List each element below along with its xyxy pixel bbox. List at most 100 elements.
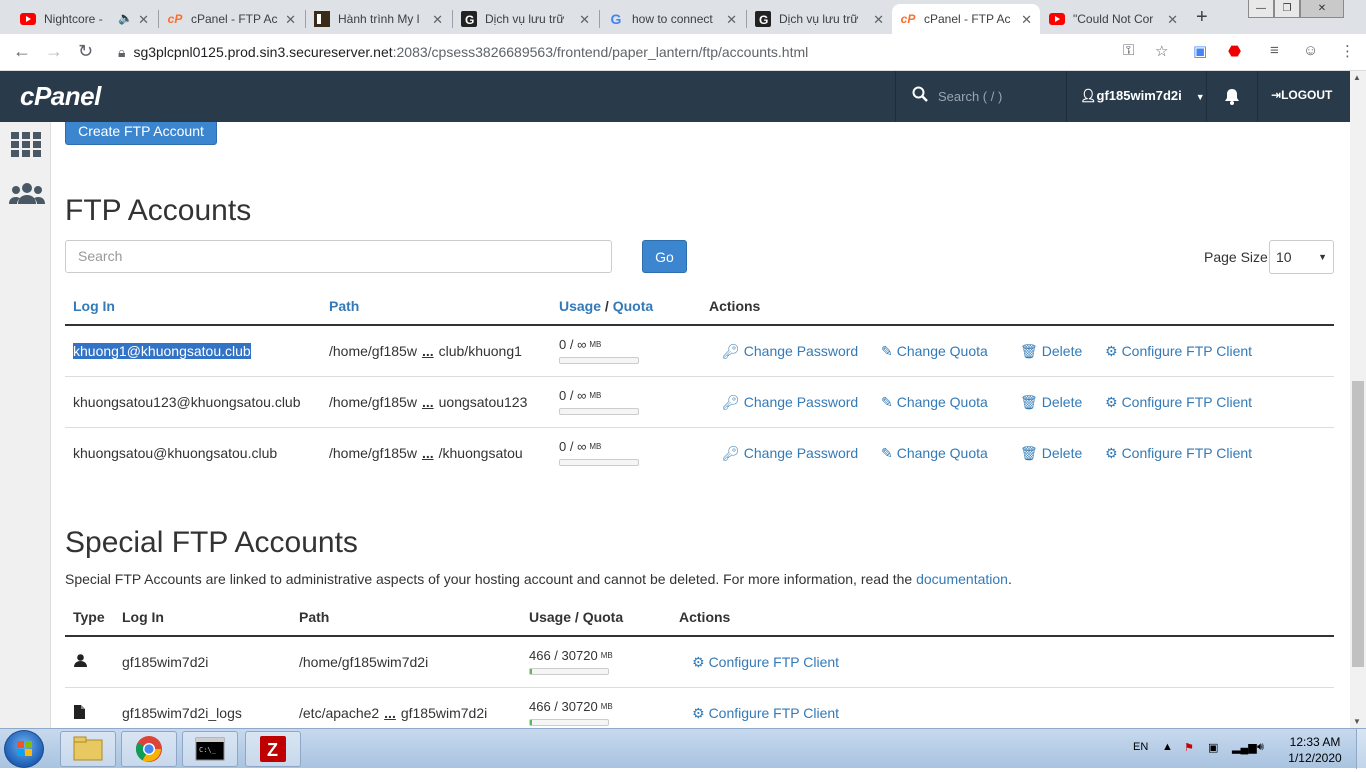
speaker-icon[interactable]: 🔈 bbox=[118, 11, 133, 25]
delete-link[interactable]: 🗑︎ Delete bbox=[1020, 343, 1082, 360]
close-tab-icon[interactable]: ✕ bbox=[432, 12, 443, 28]
cpanel-logo[interactable]: cPanel bbox=[20, 81, 101, 112]
usage-bar bbox=[529, 668, 609, 675]
configure-ftp-client-link[interactable]: ⚙ Configure FTP Client bbox=[692, 654, 839, 671]
path-expand-link[interactable]: ... bbox=[384, 705, 396, 721]
documentation-link[interactable]: documentation bbox=[916, 571, 1008, 587]
gear-icon: ⚙ bbox=[692, 705, 705, 721]
path-expand-link[interactable]: ... bbox=[422, 394, 434, 410]
configure-ftp-client-link[interactable]: ⚙ Configure FTP Client bbox=[1105, 343, 1252, 360]
minimize-button[interactable]: — bbox=[1248, 0, 1274, 18]
scrollbar-thumb[interactable] bbox=[1352, 381, 1364, 667]
delete-link[interactable]: 🗑︎ Delete bbox=[1020, 394, 1082, 411]
column-quota[interactable]: Quota bbox=[613, 298, 653, 314]
grid-icon[interactable] bbox=[11, 132, 41, 161]
file-explorer-icon[interactable] bbox=[60, 731, 116, 767]
close-window-button[interactable]: ✕ bbox=[1300, 0, 1344, 18]
close-tab-icon[interactable]: ✕ bbox=[285, 12, 296, 28]
column-path[interactable]: Path bbox=[329, 298, 359, 314]
configure-ftp-client-link[interactable]: ⚙ Configure FTP Client bbox=[1105, 394, 1252, 411]
show-hidden-icons[interactable]: ▲ bbox=[1162, 741, 1173, 753]
reload-icon[interactable]: ↻ bbox=[78, 41, 93, 62]
close-tab-icon[interactable]: ✕ bbox=[726, 12, 737, 28]
show-desktop-button[interactable] bbox=[1356, 729, 1366, 769]
close-tab-icon[interactable]: ✕ bbox=[873, 12, 884, 28]
header-search[interactable]: Search ( / ) bbox=[895, 71, 1067, 122]
search-input[interactable]: Search bbox=[65, 240, 612, 273]
svg-text:C:\_: C:\_ bbox=[199, 746, 217, 754]
tab-dich-vu-1[interactable]: G Dịch vụ lưu trữ ✕ bbox=[453, 4, 598, 34]
g-icon: G bbox=[461, 11, 477, 27]
tab-hanh-trinh[interactable]: Hành trình My l ✕ bbox=[306, 4, 451, 34]
close-tab-icon[interactable]: ✕ bbox=[1021, 12, 1032, 28]
terminal-icon[interactable]: C:\_ bbox=[182, 731, 238, 767]
go-button[interactable]: Go bbox=[642, 240, 687, 273]
users-icon[interactable] bbox=[9, 182, 45, 209]
trash-icon: 🗑︎ bbox=[1020, 394, 1038, 410]
star-icon[interactable]: ☆ bbox=[1155, 42, 1168, 60]
tab-cpanel-active[interactable]: cP cPanel - FTP Ac ✕ bbox=[892, 4, 1040, 34]
change-password-link[interactable]: 🔑︎ Change Password bbox=[722, 394, 858, 411]
gear-icon: ⚙ bbox=[1105, 343, 1118, 359]
user-menu[interactable]: 👤︎gf185wim7d2i ▼ bbox=[1080, 88, 1205, 104]
network-icon[interactable]: ▂▄▆ bbox=[1232, 741, 1257, 754]
file-icon bbox=[74, 705, 85, 722]
main-content: Create FTP Account FTP Accounts Search G… bbox=[51, 122, 1350, 728]
change-quota-link[interactable]: ✎ Change Quota bbox=[881, 445, 988, 462]
youtube-icon bbox=[20, 11, 36, 27]
usage-cell: 0 / ∞ MB bbox=[559, 337, 602, 352]
path-expand-link[interactable]: ... bbox=[422, 343, 434, 359]
tab-cpanel-1[interactable]: cP cPanel - FTP Ac ✕ bbox=[159, 4, 304, 34]
usage-bar bbox=[559, 459, 639, 466]
create-ftp-account-button[interactable]: Create FTP Account bbox=[65, 122, 217, 145]
scroll-up-icon[interactable]: ▲ bbox=[1353, 73, 1361, 82]
change-password-link[interactable]: 🔑︎ Change Password bbox=[722, 445, 858, 462]
tab-could-not-connect[interactable]: "Could Not Cor ✕ bbox=[1041, 4, 1186, 34]
google-icon: G bbox=[610, 11, 622, 27]
new-tab-button[interactable]: + bbox=[1196, 6, 1208, 29]
user-icon: 👤︎ bbox=[1080, 88, 1097, 103]
bell-icon[interactable] bbox=[1206, 71, 1258, 122]
translate-icon[interactable]: ▣ bbox=[1193, 42, 1207, 60]
chrome-icon[interactable] bbox=[121, 731, 177, 767]
forward-arrow-icon[interactable]: → bbox=[45, 41, 63, 62]
close-tab-icon[interactable]: ✕ bbox=[138, 12, 149, 28]
profile-avatar[interactable]: ☺ bbox=[1303, 42, 1318, 59]
url-field[interactable]: 🔒︎ sg3plcpnl0125.prod.sin3.secureserver.n… bbox=[118, 44, 808, 61]
restore-button[interactable]: ❐ bbox=[1274, 0, 1300, 18]
close-tab-icon[interactable]: ✕ bbox=[1167, 12, 1178, 28]
adblock-icon[interactable]: ⬣ bbox=[1228, 42, 1241, 60]
youtube-icon bbox=[1049, 11, 1065, 27]
scroll-down-icon[interactable]: ▼ bbox=[1353, 717, 1361, 726]
path-expand-link[interactable]: ... bbox=[422, 445, 434, 461]
tab-google-search[interactable]: G how to connect ✕ bbox=[600, 4, 745, 34]
system-clock[interactable]: 12:33 AM 1/12/2020 bbox=[1282, 734, 1348, 766]
language-indicator[interactable]: EN bbox=[1133, 741, 1148, 753]
column-login[interactable]: Log In bbox=[73, 298, 115, 314]
configure-ftp-client-link[interactable]: ⚙ Configure FTP Client bbox=[692, 705, 839, 722]
change-quota-link[interactable]: ✎ Change Quota bbox=[881, 343, 988, 360]
action-center-icon[interactable]: ⚑ bbox=[1184, 741, 1194, 754]
start-button[interactable] bbox=[4, 730, 44, 768]
tab-nightcore[interactable]: Nightcore - 🔈 ✕ bbox=[12, 4, 157, 34]
page-size-select[interactable]: 10 ▼ bbox=[1269, 240, 1334, 274]
change-password-link[interactable]: 🔑︎ Change Password bbox=[722, 343, 858, 360]
device-icon[interactable]: ▣ bbox=[1208, 741, 1218, 754]
menu-icon[interactable]: ⋮ bbox=[1340, 42, 1355, 60]
delete-link[interactable]: 🗑︎ Delete bbox=[1020, 445, 1082, 462]
filezilla-icon[interactable]: Z bbox=[245, 731, 301, 767]
back-arrow-icon[interactable]: ← bbox=[13, 41, 31, 62]
playlist-icon[interactable]: ≡ bbox=[1270, 42, 1279, 59]
special-column-login: Log In bbox=[122, 609, 164, 625]
tab-dich-vu-2[interactable]: G Dịch vụ lưu trữ ✕ bbox=[747, 4, 892, 34]
path-cell: /home/gf185wim7d2i bbox=[299, 654, 429, 670]
close-tab-icon[interactable]: ✕ bbox=[579, 12, 590, 28]
logout-button[interactable]: ⇥LOGOUT bbox=[1271, 88, 1332, 102]
volume-icon[interactable]: 🔊︎ bbox=[1257, 741, 1264, 754]
key-icon[interactable]: ⚿ bbox=[1123, 42, 1134, 59]
change-quota-link[interactable]: ✎ Change Quota bbox=[881, 394, 988, 411]
column-usage[interactable]: Usage bbox=[559, 298, 601, 314]
configure-ftp-client-link[interactable]: ⚙ Configure FTP Client bbox=[1105, 445, 1252, 462]
user-icon bbox=[74, 654, 87, 670]
vertical-scrollbar[interactable]: ▲ ▼ bbox=[1350, 71, 1366, 728]
